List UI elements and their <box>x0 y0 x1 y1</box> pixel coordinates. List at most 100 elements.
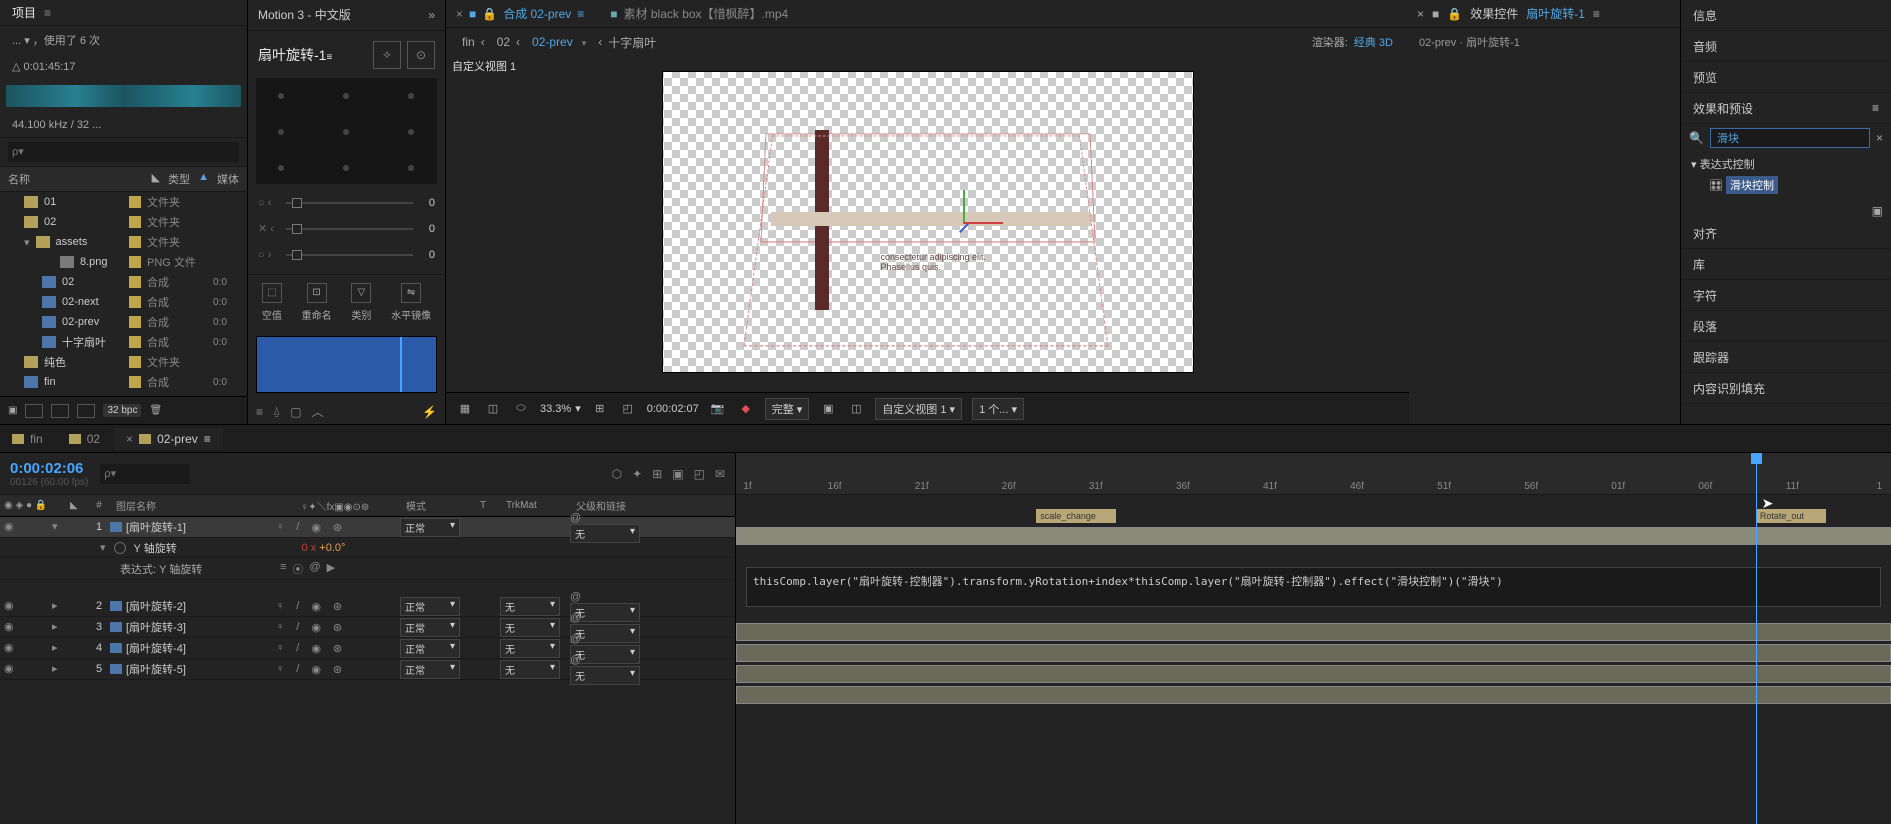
panel-paragraph[interactable]: 段落 <box>1681 311 1891 342</box>
timeline-tab-fin[interactable]: fin <box>0 428 55 450</box>
trash-icon[interactable]: 🗑 <box>149 405 162 416</box>
timeline-layer-row[interactable]: ◉▸5[扇叶旋转-5]♀/◉⊛正常▾无▾@ 无▾ <box>0 659 735 680</box>
mask-icon[interactable]: ⬭ <box>512 400 530 418</box>
alpha-icon[interactable]: ▦ <box>456 400 474 418</box>
quality-dropdown[interactable]: 完整 ▾ <box>765 398 810 420</box>
snapshot-icon[interactable]: 📷 <box>709 400 727 418</box>
timeline-track-panel[interactable]: 1f16f21f26f31f36f41f46f51f56f01f06f11f1 … <box>736 453 1891 824</box>
project-list[interactable]: 01文件夹02文件夹▾assets文件夹8.pngPNG 文件02合成0:002… <box>0 192 247 396</box>
timeline-search-input[interactable] <box>100 464 190 484</box>
view-dropdown[interactable]: 自定义视图 1 ▾ <box>875 398 962 420</box>
header-type[interactable]: 类型 <box>168 171 190 187</box>
draft-3d-icon[interactable]: ✉ <box>715 467 725 481</box>
project-item[interactable]: 02-next合成0:0 <box>0 292 247 312</box>
layer-bar-2[interactable] <box>736 623 1891 641</box>
panel-menu-icon[interactable]: ≡ <box>1872 101 1879 115</box>
project-item[interactable]: 02-prev合成0:0 <box>0 312 247 332</box>
timeline-timecode[interactable]: 0:00:02:06 <box>10 460 88 477</box>
comp-tab-02-prev[interactable]: × ■ 🔒 合成 02-prev ≡ <box>450 1 590 26</box>
preset-category[interactable]: ▾ 表达式控制 <box>1691 154 1881 174</box>
layer-bar-3[interactable] <box>736 644 1891 662</box>
new-folder-icon[interactable] <box>77 404 95 418</box>
interpret-icon[interactable] <box>25 404 43 418</box>
motion-category-button[interactable]: ▽类别 <box>351 283 371 322</box>
shy-icon[interactable]: ✦ <box>632 467 642 481</box>
lock-icon[interactable]: 🔒 <box>482 7 497 21</box>
motion-slider-1[interactable]: ○ ‹0 <box>258 190 435 216</box>
motion-null-button[interactable]: ⬚空值 <box>262 283 282 322</box>
timeline-tracks[interactable]: scale_change Rotate_out thisComp.layer("… <box>736 495 1891 824</box>
panel-align[interactable]: 对齐 <box>1681 218 1891 249</box>
close-icon[interactable]: × <box>456 7 463 21</box>
preset-item-slider[interactable]: 🎛 滑块控制 <box>1691 174 1881 196</box>
grid-icon[interactable]: ▣ <box>819 400 837 418</box>
motion-reset-icon[interactable]: ⊙ <box>407 41 435 69</box>
motion-up-icon[interactable]: ︿ <box>312 403 324 420</box>
new-bin-icon[interactable]: ▣ <box>1681 204 1891 218</box>
timeline-layer-row[interactable]: ◉▾1[扇叶旋转-1]♀/◉⊛正常▾@ 无▾ <box>0 517 735 538</box>
frame-blend-icon[interactable]: ⊞ <box>652 467 662 481</box>
motion-bolt-icon[interactable]: ⚡ <box>422 405 437 419</box>
motion-target-icon[interactable]: ⟡ <box>373 41 401 69</box>
marker-rotate-out[interactable]: Rotate_out <box>1756 509 1826 523</box>
timeline-tab-02-prev[interactable]: × 02-prev ≡ <box>114 428 223 450</box>
marker-scale-change[interactable]: scale_change <box>1036 509 1116 523</box>
panel-audio[interactable]: 音频 <box>1681 31 1891 62</box>
color-mgmt-icon[interactable]: ◆ <box>737 400 755 418</box>
motion-anchor-grid[interactable] <box>256 78 437 183</box>
panel-menu-icon[interactable]: ≡ <box>577 7 584 21</box>
expression-field[interactable]: thisComp.layer("扇叶旋转-控制器").transform.yRo… <box>746 567 1881 607</box>
viewer-timecode[interactable]: 0:00:02:07 <box>647 403 699 415</box>
motion-blur-icon[interactable]: ▣ <box>672 467 683 481</box>
project-item[interactable]: 02文件夹 <box>0 212 247 232</box>
motion-box-icon[interactable]: ▢ <box>290 405 301 419</box>
clear-search-icon[interactable]: × <box>1876 131 1883 145</box>
motion-slider-2[interactable]: ✕ ‹0 <box>258 216 435 242</box>
zoom-dropdown[interactable]: 33.3% ▾ <box>540 402 581 415</box>
motion-mini-timeline[interactable] <box>256 336 437 393</box>
panel-content-aware[interactable]: 内容识别填充 <box>1681 373 1891 404</box>
project-item[interactable]: fin合成0:0 <box>0 372 247 392</box>
panel-menu-icon[interactable]: ≡ <box>1593 7 1600 21</box>
graph-icon[interactable]: ◰ <box>694 467 705 481</box>
panel-tracker[interactable]: 跟踪器 <box>1681 342 1891 373</box>
footage-icon[interactable]: ▣ <box>8 405 17 416</box>
project-item[interactable]: 8.pngPNG 文件 <box>0 252 247 272</box>
renderer-value[interactable]: 经典 3D <box>1354 34 1393 50</box>
panel-info[interactable]: 信息 <box>1681 0 1891 31</box>
project-item[interactable]: 十字扇叶合成0:0 <box>0 332 247 352</box>
viewport-canvas[interactable]: consectetur adipiscing elit.Phasellus qu… <box>663 72 1193 372</box>
panel-character[interactable]: 字符 <box>1681 280 1891 311</box>
timeline-tab-02[interactable]: 02 <box>57 428 112 450</box>
res-icon[interactable]: ⊞ <box>591 400 609 418</box>
breadcrumb-02[interactable]: 02 ‹ <box>497 35 520 49</box>
playhead[interactable] <box>1756 453 1757 824</box>
breadcrumb-cross[interactable]: ‹ 十字扇叶 <box>598 34 656 51</box>
header-label-icon[interactable]: ◣ <box>152 171 160 187</box>
toggle-icon[interactable]: ◫ <box>484 400 502 418</box>
project-column-headers[interactable]: 名称 ◣ 类型 ▲ 媒体 <box>0 167 247 192</box>
breadcrumb-02-prev[interactable]: 02-prev <box>532 35 586 49</box>
project-item[interactable]: 纯色文件夹 <box>0 352 247 372</box>
motion-menu-icon[interactable]: ≡ <box>256 405 263 419</box>
timeline-layers-list[interactable]: ◉▾1[扇叶旋转-1]♀/◉⊛正常▾@ 无▾▾Y 轴旋转0 x +0.0°表达式… <box>0 517 735 680</box>
comp-mini-icon[interactable]: ⬡ <box>612 467 622 481</box>
header-media[interactable]: 媒体 <box>217 171 239 187</box>
project-search-input[interactable] <box>8 142 239 162</box>
effects-search-input[interactable] <box>1710 128 1870 148</box>
motion-anchor-icon[interactable]: ⍙ <box>273 404 280 419</box>
motion-mirror-button[interactable]: ⇋水平镜像 <box>391 283 431 322</box>
guide-icon[interactable]: ◫ <box>847 400 865 418</box>
project-item[interactable]: ▾assets文件夹 <box>0 232 247 252</box>
comp-viewport[interactable]: 自定义视图 1 consectetur adipiscing elit.Phas… <box>446 56 1409 392</box>
comp-tab-footage[interactable]: ■ 素材 black box【惜枫醉】.mp4 <box>604 1 794 26</box>
panel-effects-presets[interactable]: 效果和预设≡ <box>1681 93 1891 124</box>
lock-icon[interactable]: 🔒 <box>1447 7 1462 21</box>
crop-icon[interactable]: ◰ <box>619 400 637 418</box>
timeline-ruler[interactable]: 1f16f21f26f31f36f41f46f51f56f01f06f11f1 <box>736 453 1891 495</box>
layer-bar-4[interactable] <box>736 665 1891 683</box>
layer-bar-1[interactable] <box>736 527 1891 545</box>
project-item[interactable]: 01文件夹 <box>0 192 247 212</box>
header-name[interactable]: 名称 <box>8 171 144 187</box>
breadcrumb-fin[interactable]: fin ‹ <box>462 35 485 49</box>
